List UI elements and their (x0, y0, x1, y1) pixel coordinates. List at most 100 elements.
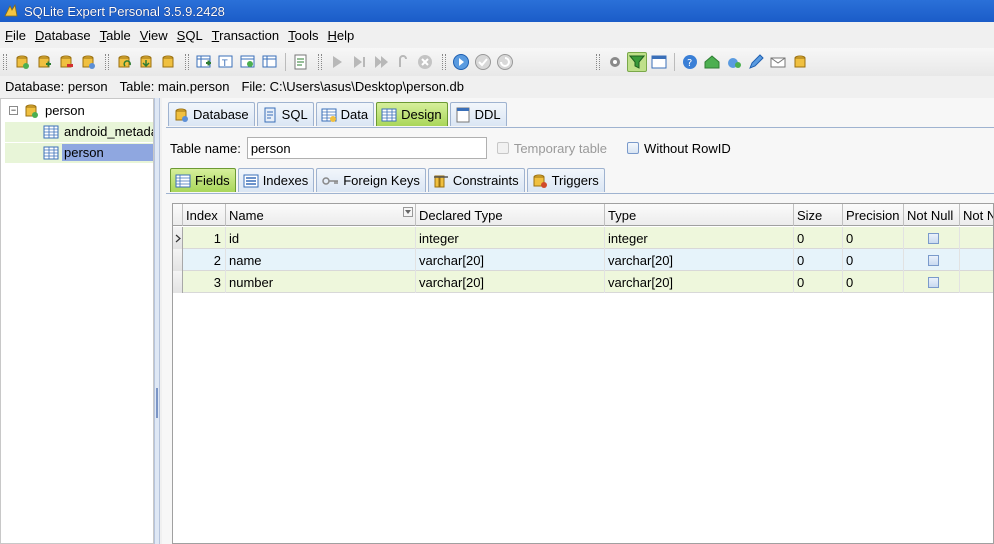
window-layout-icon[interactable] (649, 52, 669, 72)
cell-declared-type[interactable]: varchar[20] (416, 249, 605, 271)
column-header-size[interactable]: Size (794, 204, 843, 226)
database-tree[interactable]: − person android_metadata person (0, 98, 154, 544)
database-info-icon[interactable] (790, 52, 810, 72)
splitter-grip[interactable] (156, 388, 158, 418)
cell-not-null[interactable] (904, 249, 960, 271)
cell-size[interactable]: 0 (794, 271, 843, 293)
tab-foreign-keys[interactable]: Foreign Keys (316, 168, 426, 192)
menu-help[interactable]: Help (327, 28, 354, 43)
execute-step-icon[interactable] (349, 52, 369, 72)
execute-all-icon[interactable] (371, 52, 391, 72)
tab-sql[interactable]: SQL (256, 102, 314, 126)
tab-fields[interactable]: Fields (170, 168, 236, 192)
cell-type[interactable]: varchar[20] (605, 271, 794, 293)
cell-index[interactable]: 1 (183, 227, 226, 249)
cell-size[interactable]: 0 (794, 249, 843, 271)
tab-database[interactable]: Database (168, 102, 255, 126)
update-icon[interactable] (724, 52, 744, 72)
tab-ddl[interactable]: DDL (449, 102, 507, 126)
menu-tools[interactable]: Tools (288, 28, 318, 43)
cell-precision[interactable]: 0 (843, 271, 904, 293)
menu-table[interactable]: Table (100, 28, 131, 43)
cell-not-null[interactable] (904, 271, 960, 293)
column-header-not-null[interactable]: Not Null (904, 204, 960, 226)
row-indicator[interactable] (173, 249, 183, 271)
tab-constraints[interactable]: Constraints (427, 168, 525, 192)
cell-name[interactable]: name (226, 249, 416, 271)
cell-name[interactable]: id (226, 227, 416, 249)
cell-declared-type[interactable]: varchar[20] (416, 271, 605, 293)
export-icon[interactable] (158, 52, 178, 72)
column-filter-icon[interactable] (403, 207, 413, 217)
cell-declared-type[interactable]: integer (416, 227, 605, 249)
new-table-icon[interactable] (194, 52, 214, 72)
attach-database-icon[interactable] (34, 52, 54, 72)
cell-not-null-2[interactable] (960, 249, 993, 271)
temporary-table-checkbox[interactable] (496, 142, 509, 154)
begin-transaction-icon[interactable] (451, 52, 471, 72)
menu-database[interactable]: Database (35, 28, 91, 43)
toolbar-grip[interactable] (3, 54, 7, 70)
tree-node-database[interactable]: − person (5, 101, 153, 121)
help-icon[interactable]: ? (680, 52, 700, 72)
email-icon[interactable] (768, 52, 788, 72)
column-header-type[interactable]: Type (605, 204, 794, 226)
table-row[interactable]: 3 number varchar[20] varchar[20] 0 0 (173, 271, 993, 293)
menu-sql[interactable]: SQL (177, 28, 203, 43)
tab-triggers[interactable]: Triggers (526, 168, 605, 192)
tree-node-table[interactable]: android_metadata (5, 122, 153, 142)
cell-not-null-2[interactable] (960, 271, 993, 293)
empty-table-icon[interactable] (238, 52, 258, 72)
tab-design[interactable]: Design (376, 102, 448, 126)
cell-not-null-2[interactable] (960, 227, 993, 249)
toolbar-grip[interactable] (596, 54, 600, 70)
cell-size[interactable]: 0 (794, 227, 843, 249)
tree-node-table-selected[interactable]: person (5, 143, 153, 163)
not-null-checkbox[interactable] (927, 232, 939, 244)
cell-type[interactable]: integer (605, 227, 794, 249)
detach-database-icon[interactable] (56, 52, 76, 72)
options-gear-icon[interactable] (605, 52, 625, 72)
table-row[interactable]: 2 name varchar[20] varchar[20] 0 0 (173, 249, 993, 271)
menu-view[interactable]: View (140, 28, 168, 43)
column-header-index[interactable]: Index (183, 204, 226, 226)
cell-index[interactable]: 2 (183, 249, 226, 271)
explain-icon[interactable] (393, 52, 413, 72)
panel-splitter[interactable] (154, 98, 160, 544)
cell-precision[interactable]: 0 (843, 249, 904, 271)
toolbar-grip[interactable] (105, 54, 109, 70)
rollback-icon[interactable] (495, 52, 515, 72)
column-header-declared-type[interactable]: Declared Type (416, 204, 605, 226)
import-icon[interactable] (136, 52, 156, 72)
table-name-input[interactable]: person (246, 137, 487, 159)
database-settings-icon[interactable] (78, 52, 98, 72)
filter-icon[interactable] (627, 52, 647, 72)
cell-not-null[interactable] (904, 227, 960, 249)
sql-query-icon[interactable] (291, 52, 311, 72)
row-indicator[interactable] (173, 271, 183, 293)
toolbar-grip[interactable] (185, 54, 189, 70)
cell-index[interactable]: 3 (183, 271, 226, 293)
rename-table-icon[interactable]: T (216, 52, 236, 72)
without-rowid-checkbox[interactable] (627, 142, 640, 154)
feedback-pen-icon[interactable] (746, 52, 766, 72)
collapse-toggle-icon[interactable]: − (9, 106, 18, 115)
cell-precision[interactable]: 0 (843, 227, 904, 249)
not-null-checkbox[interactable] (927, 276, 939, 288)
new-database-icon[interactable] (12, 52, 32, 72)
refresh-database-icon[interactable] (114, 52, 134, 72)
toolbar-grip[interactable] (318, 54, 322, 70)
copy-table-icon[interactable] (260, 52, 280, 72)
commit-icon[interactable] (473, 52, 493, 72)
menu-file[interactable]: File (5, 28, 26, 43)
row-indicator[interactable] (173, 227, 183, 249)
cell-type[interactable]: varchar[20] (605, 249, 794, 271)
tab-data[interactable]: Data (315, 102, 375, 126)
stop-icon[interactable] (415, 52, 435, 72)
tab-indexes[interactable]: Indexes (237, 168, 315, 192)
toolbar-grip[interactable] (442, 54, 446, 70)
column-header-precision[interactable]: Precision (843, 204, 904, 226)
column-header-not-null-2[interactable]: Not Null (960, 204, 993, 226)
column-header-name[interactable]: Name (226, 204, 416, 226)
home-icon[interactable] (702, 52, 722, 72)
